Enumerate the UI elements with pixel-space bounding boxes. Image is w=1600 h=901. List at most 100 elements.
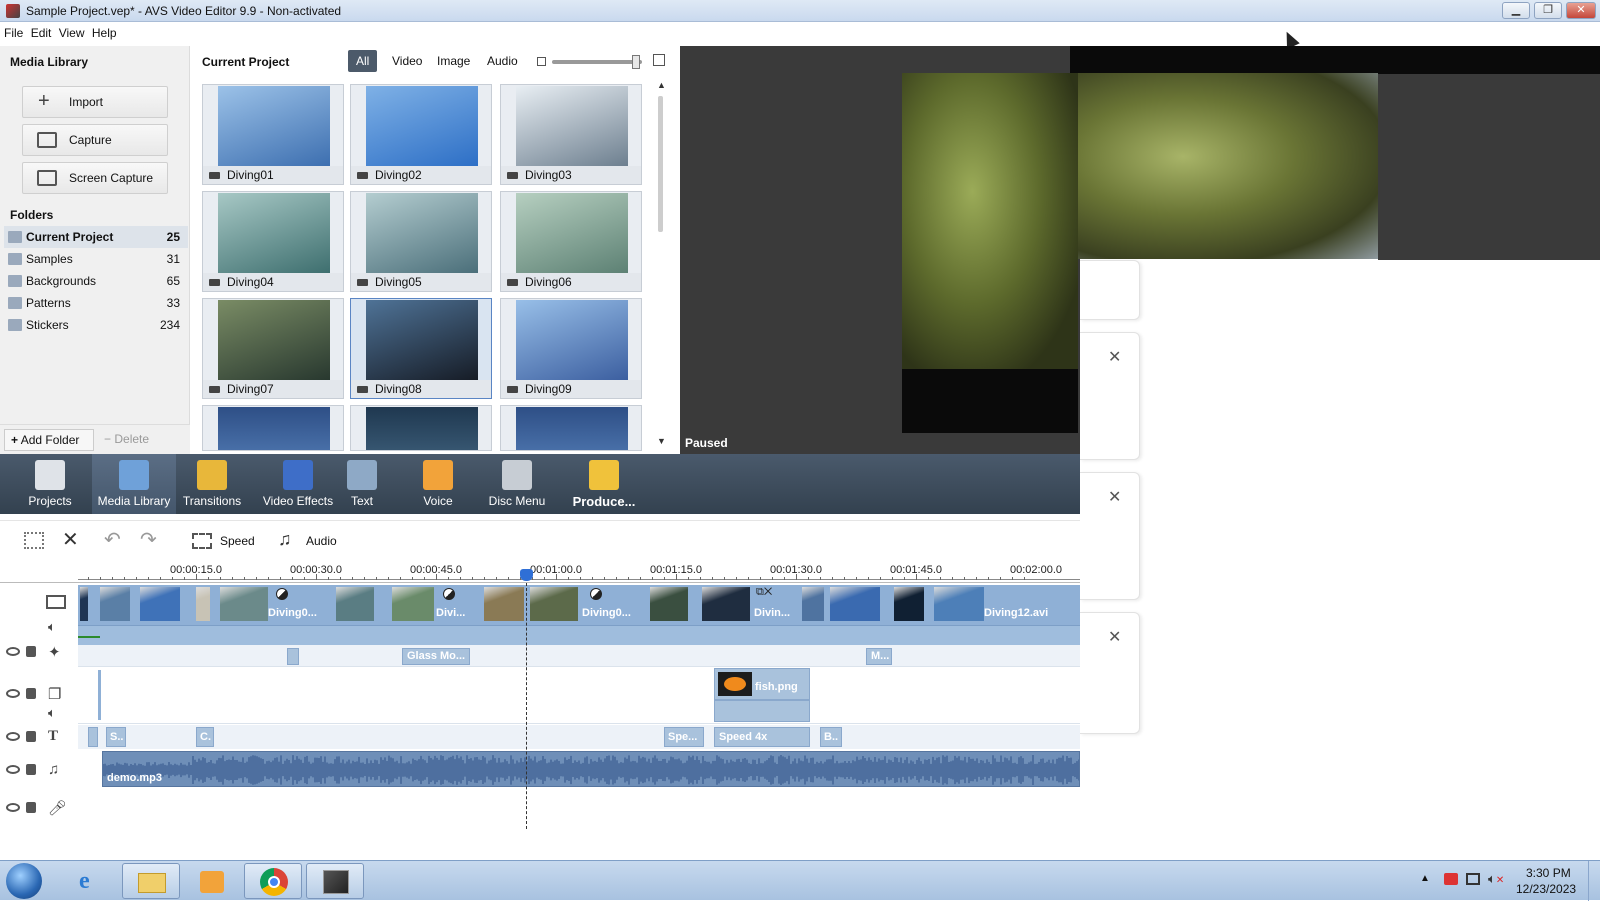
media-item-diving02[interactable]: Diving02 bbox=[350, 84, 492, 185]
delete-icon[interactable]: ✕ bbox=[62, 527, 79, 552]
effect-clip-small[interactable] bbox=[287, 648, 299, 665]
close-icon[interactable]: ✕ bbox=[1108, 487, 1121, 507]
transition-icon[interactable] bbox=[443, 588, 455, 600]
folder-samples[interactable]: Samples 31 bbox=[4, 248, 188, 270]
thumbnail-size-slider[interactable] bbox=[552, 55, 642, 69]
video-clip-label[interactable]: Diving0... bbox=[582, 607, 631, 619]
avs-video-editor-taskbar-icon[interactable] bbox=[306, 863, 364, 899]
filter-image[interactable]: Image bbox=[429, 50, 478, 72]
lock-icon[interactable] bbox=[26, 688, 36, 699]
internet-explorer-icon[interactable]: e bbox=[62, 863, 120, 899]
media-item-partial[interactable] bbox=[202, 405, 344, 451]
filter-all[interactable]: All bbox=[348, 50, 378, 72]
video-clip-label[interactable]: Divi... bbox=[436, 607, 465, 619]
action-center-icon[interactable] bbox=[1444, 873, 1458, 885]
toolbar-projects[interactable]: Projects bbox=[14, 454, 86, 514]
effect-clip-glass-mosaic[interactable]: Glass Mo... bbox=[402, 648, 470, 665]
filter-video[interactable]: Video bbox=[384, 50, 430, 72]
redo-icon[interactable]: ↷ bbox=[140, 527, 157, 552]
media-scrollbar[interactable]: ▲ ▼ bbox=[656, 80, 666, 450]
media-item-diving07[interactable]: Diving07 bbox=[202, 298, 344, 399]
eye-icon[interactable] bbox=[6, 689, 20, 698]
slider-handle[interactable] bbox=[632, 55, 640, 69]
audio-button[interactable]: ♫ Audio bbox=[278, 529, 337, 551]
audio-clip-demo[interactable]: demo.mp3 bbox=[102, 751, 1080, 787]
eye-icon[interactable] bbox=[6, 803, 20, 812]
text-clip-marker[interactable] bbox=[88, 727, 98, 747]
transition-icon[interactable] bbox=[590, 588, 602, 600]
toolbar-disc-menu[interactable]: Disc Menu bbox=[478, 454, 556, 514]
overlay-clip-audio[interactable] bbox=[714, 700, 810, 722]
mute-icon[interactable]: 🔈︎ bbox=[48, 705, 56, 721]
network-icon[interactable] bbox=[1466, 873, 1480, 885]
toolbar-text[interactable]: Text bbox=[330, 454, 394, 514]
volume-muted-icon[interactable]: 🔈︎✕ bbox=[1488, 871, 1504, 887]
media-item-diving05[interactable]: Diving05 bbox=[350, 191, 492, 292]
undo-icon[interactable]: ↶ bbox=[104, 527, 121, 552]
menu-edit[interactable]: Edit bbox=[31, 22, 52, 44]
toolbar-video-effects[interactable]: Video Effects bbox=[254, 454, 342, 514]
storyboard-toggle-icon[interactable] bbox=[24, 532, 44, 549]
folder-backgrounds[interactable]: Backgrounds 65 bbox=[4, 270, 188, 292]
text-clip-speed-4x[interactable]: Speed 4x bbox=[714, 727, 810, 747]
video-clip-label[interactable]: Diving0... bbox=[268, 607, 317, 619]
restore-button[interactable]: ❐ bbox=[1534, 2, 1562, 19]
capture-button[interactable]: Capture bbox=[22, 124, 168, 156]
import-button[interactable]: + Import bbox=[22, 86, 168, 118]
text-clip-b[interactable]: B.. bbox=[820, 727, 842, 747]
scroll-up-icon[interactable]: ▲ bbox=[657, 80, 666, 90]
clock-time[interactable]: 3:30 PM bbox=[1526, 866, 1571, 880]
toolbar-media-library[interactable]: Media Library bbox=[92, 454, 176, 514]
transition-icon[interactable] bbox=[276, 588, 288, 600]
clock-date[interactable]: 12/23/2023 bbox=[1516, 882, 1576, 896]
effect-clip-m[interactable]: M... bbox=[866, 648, 892, 665]
lock-icon[interactable] bbox=[26, 802, 36, 813]
scroll-thumb[interactable] bbox=[658, 96, 663, 232]
media-item-partial[interactable] bbox=[350, 405, 492, 451]
media-item-diving06[interactable]: Diving06 bbox=[500, 191, 642, 292]
media-item-diving08[interactable]: Diving08 bbox=[350, 298, 492, 399]
media-item-partial[interactable] bbox=[500, 405, 642, 451]
lock-icon[interactable] bbox=[26, 731, 36, 742]
media-player-icon[interactable] bbox=[182, 863, 240, 899]
overlay-clip-fish[interactable]: fish.png bbox=[714, 668, 810, 700]
tray-expand-icon[interactable]: ▲ bbox=[1420, 873, 1430, 884]
folder-patterns[interactable]: Patterns 33 bbox=[4, 292, 188, 314]
chrome-icon[interactable] bbox=[244, 863, 302, 899]
speed-button[interactable]: Speed bbox=[192, 531, 255, 551]
minimize-button[interactable]: ▁ bbox=[1502, 2, 1530, 19]
video-clip-label[interactable]: Diving12.avi bbox=[984, 607, 1048, 619]
eye-icon[interactable] bbox=[6, 732, 20, 741]
toolbar-produce[interactable]: Produce... bbox=[556, 454, 652, 514]
close-icon[interactable]: ✕ bbox=[1108, 627, 1121, 647]
lock-icon[interactable] bbox=[26, 646, 36, 657]
file-explorer-icon[interactable] bbox=[122, 863, 180, 899]
text-clip-s[interactable]: S.. bbox=[106, 727, 126, 747]
toolbar-transitions[interactable]: Transitions bbox=[176, 454, 248, 514]
screen-capture-button[interactable]: Screen Capture bbox=[22, 162, 168, 194]
eye-icon[interactable] bbox=[6, 647, 20, 656]
delete-folder-button[interactable]: − Delete Folder bbox=[100, 429, 186, 466]
folder-stickers[interactable]: Stickers 234 bbox=[4, 314, 188, 336]
toolbar-voice[interactable]: Voice bbox=[406, 454, 470, 514]
scroll-down-icon[interactable]: ▼ bbox=[657, 436, 666, 446]
start-button[interactable] bbox=[6, 863, 42, 899]
menu-file[interactable]: File bbox=[4, 22, 23, 44]
text-clip-c[interactable]: C. bbox=[196, 727, 214, 747]
text-clip-spe[interactable]: Spe... bbox=[664, 727, 704, 747]
media-item-diving01[interactable]: Diving01 bbox=[202, 84, 344, 185]
close-button[interactable]: ✕ bbox=[1566, 2, 1596, 19]
media-item-diving04[interactable]: Diving04 bbox=[202, 191, 344, 292]
folder-current-project[interactable]: Current Project 25 bbox=[4, 226, 188, 248]
eye-icon[interactable] bbox=[6, 765, 20, 774]
mute-clip-icon[interactable]: ⧉✕ bbox=[756, 586, 772, 599]
media-item-diving03[interactable]: Diving03 bbox=[500, 84, 642, 185]
mute-icon[interactable]: 🔈︎ bbox=[48, 619, 56, 635]
menu-view[interactable]: View bbox=[59, 22, 85, 44]
show-desktop-button[interactable] bbox=[1588, 861, 1600, 901]
lock-icon[interactable] bbox=[26, 764, 36, 775]
video-clip-label[interactable]: Divin... bbox=[754, 607, 790, 619]
filter-audio[interactable]: Audio bbox=[479, 50, 526, 72]
close-icon[interactable]: ✕ bbox=[1108, 347, 1121, 367]
media-item-diving09[interactable]: Diving09 bbox=[500, 298, 642, 399]
